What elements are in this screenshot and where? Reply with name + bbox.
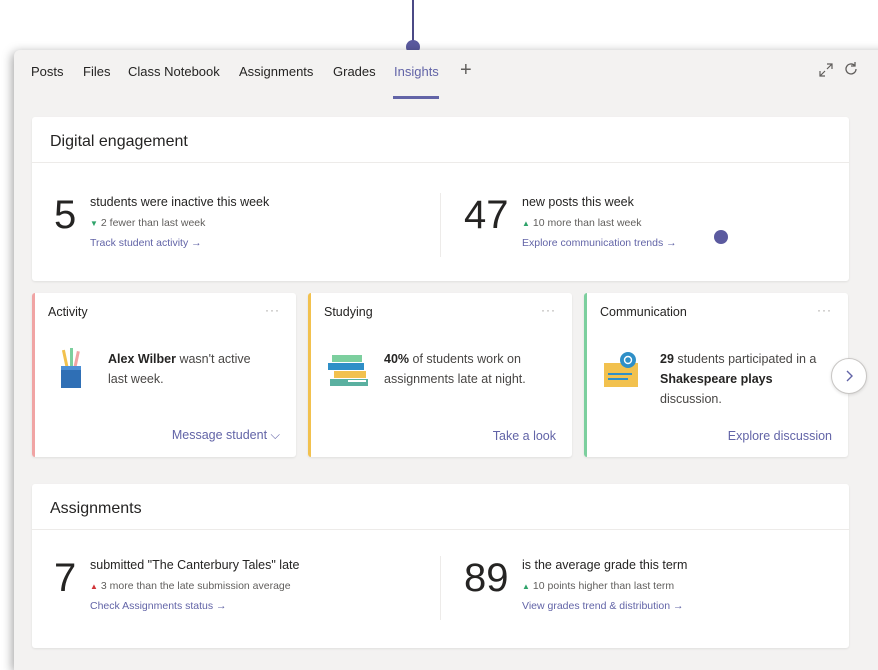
more-icon[interactable]: ··· (541, 303, 556, 317)
stat-number: 47 (464, 193, 509, 237)
teams-insights-window: Posts Files Class Notebook Assignments G… (14, 50, 878, 670)
stat-headline: new posts this week (522, 195, 634, 209)
tab-class-notebook[interactable]: Class Notebook (128, 64, 220, 79)
more-icon[interactable]: ··· (265, 303, 280, 317)
assignments-card: Assignments 7 submitted "The Canterbury … (32, 484, 849, 648)
stat-headline: is the average grade this term (522, 558, 688, 572)
activity-card: Activity ··· Alex Wilber wasn't active l… (32, 293, 296, 457)
tab-insights[interactable]: Insights (394, 64, 439, 79)
mail-icon (604, 352, 638, 387)
stat-delta: ▲ 3 more than the late submission average (90, 580, 291, 592)
callout-line-top (412, 0, 414, 44)
stat-delta: ▲ 10 points higher than last term (522, 580, 675, 592)
check-assignments-status-link[interactable]: Check Assignments status → (90, 600, 227, 612)
more-icon[interactable]: ··· (817, 303, 832, 317)
expand-icon[interactable] (818, 62, 834, 78)
message-student-button[interactable]: Message student ⌵ (172, 428, 280, 443)
active-tab-indicator (393, 96, 439, 99)
card-text: 40% of students work on assignments late… (384, 352, 526, 386)
digital-engagement-title: Digital engagement (50, 133, 188, 150)
card-accent-bar (308, 293, 311, 457)
tab-posts[interactable]: Posts (31, 64, 64, 79)
down-triangle-icon: ▼ (90, 219, 98, 228)
card-title: Communication (600, 305, 687, 319)
tab-grades[interactable]: Grades (333, 64, 376, 79)
assignments-title: Assignments (50, 500, 142, 517)
digital-engagement-card: Digital engagement 5 students were inact… (32, 117, 849, 281)
up-triangle-icon: ▲ (522, 582, 530, 591)
stat-delta: ▼ 2 fewer than last week (90, 217, 206, 229)
refresh-icon[interactable] (842, 60, 860, 78)
up-triangle-icon: ▲ (522, 219, 530, 228)
card-accent-bar (32, 293, 35, 457)
card-text: Alex Wilber wasn't active last week. (108, 352, 251, 386)
stat-headline: students were inactive this week (90, 195, 270, 209)
chevron-right-icon (846, 370, 853, 382)
books-stack-icon (328, 355, 368, 386)
tab-assignments[interactable]: Assignments (239, 64, 313, 79)
vertical-divider (440, 556, 441, 620)
plus-icon[interactable]: + (460, 59, 472, 82)
studying-card: Studying ··· 40% of students work on ass… (308, 293, 572, 457)
section-divider (32, 529, 849, 530)
carousel-next-button[interactable] (831, 358, 867, 394)
explore-discussion-button[interactable]: Explore discussion (728, 429, 832, 443)
card-title: Studying (324, 305, 373, 319)
tab-bar: Posts Files Class Notebook Assignments G… (14, 50, 878, 102)
view-grades-trend-link[interactable]: View grades trend & distribution → (522, 600, 683, 612)
up-triangle-icon: ▲ (90, 582, 98, 591)
stat-number: 7 (54, 556, 77, 600)
explore-communication-trends-link[interactable]: Explore communication trends → (522, 237, 677, 249)
stat-number: 5 (54, 193, 77, 237)
communication-card: Communication ··· 29 students participat… (584, 293, 848, 457)
take-a-look-button[interactable]: Take a look (493, 429, 556, 443)
callout-dot-right (714, 230, 728, 244)
stat-number: 89 (464, 556, 509, 600)
card-accent-bar (584, 293, 587, 457)
track-student-activity-link[interactable]: Track student activity → (90, 237, 202, 249)
tab-files[interactable]: Files (83, 64, 110, 79)
pencil-cup-icon (61, 348, 81, 388)
section-divider (32, 162, 849, 163)
card-text: 29 students participated in a Shakespear… (660, 352, 817, 406)
card-title: Activity (48, 305, 88, 319)
vertical-divider (440, 193, 441, 257)
stat-headline: submitted "The Canterbury Tales" late (90, 558, 300, 572)
stat-delta: ▲ 10 more than last week (522, 217, 642, 229)
